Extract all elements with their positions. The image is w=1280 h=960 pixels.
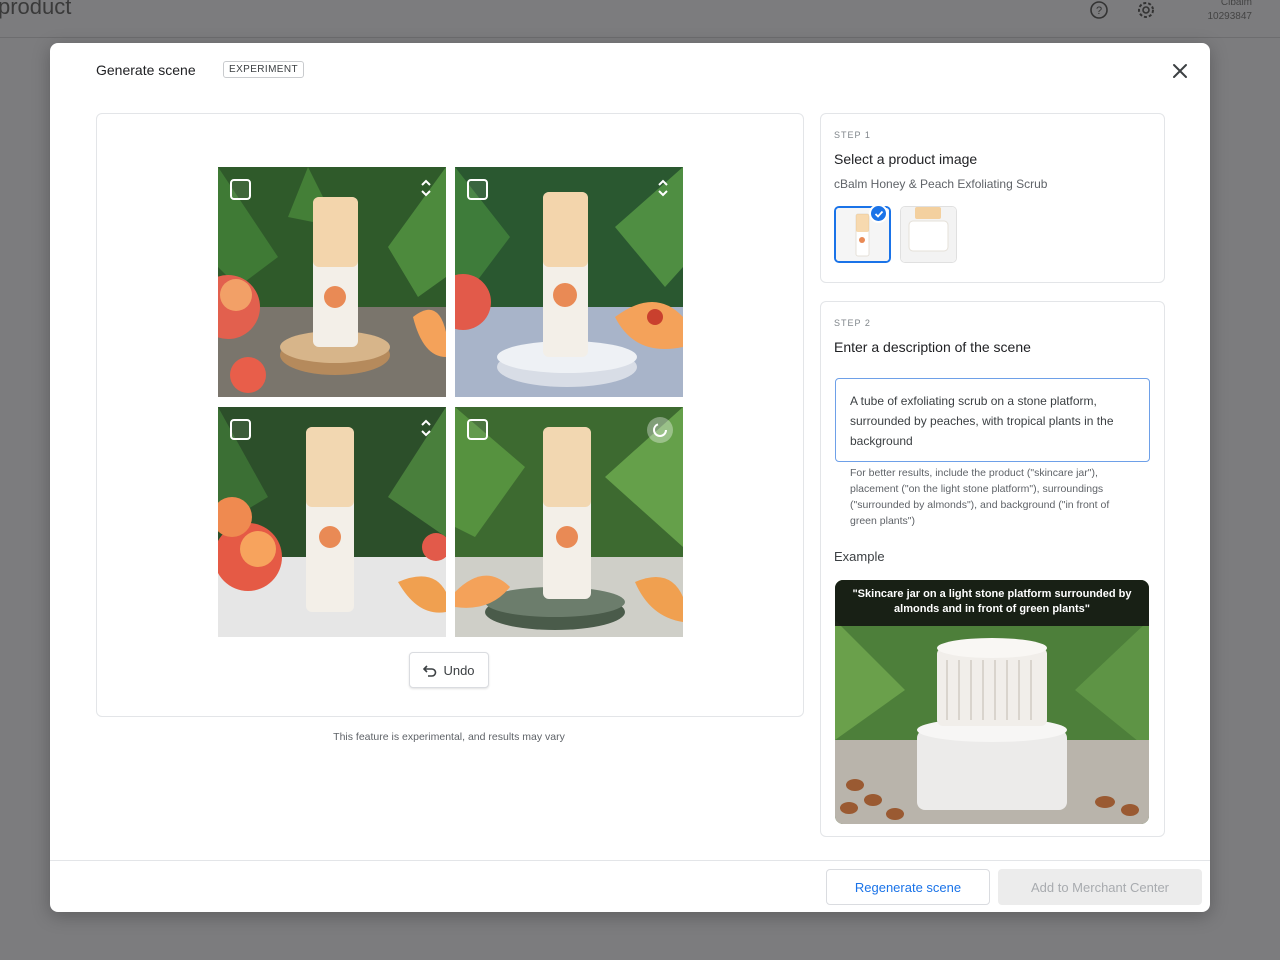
step1-label: STEP 1 xyxy=(834,130,871,140)
regenerate-scene-button[interactable]: Regenerate scene xyxy=(826,869,990,905)
step2-card: STEP 2 Enter a description of the scene … xyxy=(820,301,1165,837)
step1-card: STEP 1 Select a product image cBalm Hone… xyxy=(820,113,1165,283)
generated-images-panel: Undo xyxy=(96,113,804,717)
example-caption: "Skincare jar on a light stone platform … xyxy=(835,580,1149,626)
expand-icon[interactable] xyxy=(655,177,671,199)
product-thumbnail xyxy=(901,207,956,262)
account-name: Cibalm xyxy=(1220,0,1252,8)
scene-image xyxy=(455,407,683,637)
description-hint: For better results, include the product … xyxy=(850,467,1110,527)
product-image-thumb-2[interactable] xyxy=(900,206,957,263)
loading-icon xyxy=(647,417,673,443)
background-divider xyxy=(0,37,1280,38)
step2-label: STEP 2 xyxy=(834,318,871,328)
select-checkbox[interactable] xyxy=(467,179,488,200)
background-page-title: product xyxy=(0,0,72,19)
example-label: Example xyxy=(834,549,885,564)
generated-image-1[interactable] xyxy=(218,167,446,397)
svg-text:?: ? xyxy=(1096,5,1102,17)
expand-icon[interactable] xyxy=(418,417,434,439)
selected-check-icon xyxy=(869,204,888,223)
generated-image-2[interactable] xyxy=(455,167,683,397)
gear-icon xyxy=(1136,0,1156,20)
help-icon: ? xyxy=(1089,0,1109,20)
step2-title: Enter a description of the scene xyxy=(834,339,1031,355)
scene-description-input[interactable]: A tube of exfoliating scrub on a stone p… xyxy=(835,378,1150,462)
close-icon xyxy=(1173,64,1187,78)
close-button[interactable] xyxy=(1168,59,1192,83)
product-name: cBalm Honey & Peach Exfoliating Scrub xyxy=(834,177,1048,191)
account-info: Cibalm 10293847 xyxy=(1192,0,1253,24)
add-to-merchant-center-button[interactable]: Add to Merchant Center xyxy=(998,869,1202,905)
dialog-title: Generate scene xyxy=(96,62,196,78)
generated-image-4[interactable] xyxy=(455,407,683,637)
experiment-badge: EXPERIMENT xyxy=(223,61,305,78)
select-checkbox[interactable] xyxy=(467,419,488,440)
scene-image xyxy=(218,167,446,397)
account-id: 10293847 xyxy=(1207,11,1253,22)
scene-image xyxy=(218,407,446,637)
expand-icon[interactable] xyxy=(418,177,434,199)
generated-image-3[interactable] xyxy=(218,407,446,637)
footer-divider xyxy=(50,860,1210,861)
undo-button[interactable]: Undo xyxy=(409,652,489,688)
experimental-disclaimer: This feature is experimental, and result… xyxy=(333,731,565,743)
scene-image xyxy=(455,167,683,397)
step1-title: Select a product image xyxy=(834,151,978,167)
undo-label: Undo xyxy=(443,662,475,678)
generated-image-grid xyxy=(218,167,684,637)
generate-scene-dialog: Generate scene EXPERIMENT Undo This feat… xyxy=(50,43,1210,912)
undo-icon xyxy=(423,665,437,677)
select-checkbox[interactable] xyxy=(230,419,251,440)
select-checkbox[interactable] xyxy=(230,179,251,200)
example-image: "Skincare jar on a light stone platform … xyxy=(835,580,1149,824)
